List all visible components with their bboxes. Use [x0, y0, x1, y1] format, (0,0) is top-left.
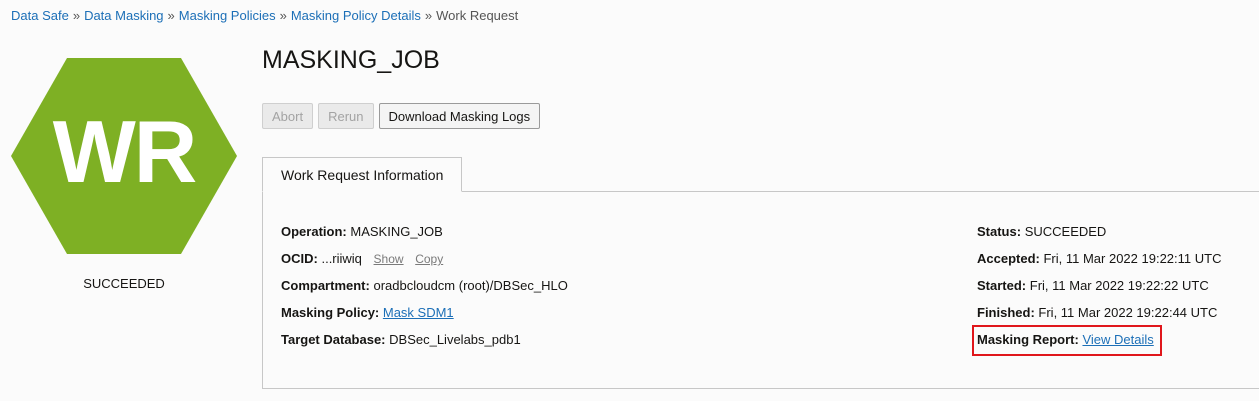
finished-value: Fri, 11 Mar 2022 19:22:44 UTC	[1038, 305, 1218, 320]
masking-policy-row: Masking Policy: Mask SDM1	[281, 305, 568, 332]
rerun-button[interactable]: Rerun	[318, 103, 374, 129]
view-details-link[interactable]: View Details	[1082, 332, 1153, 347]
page-title: MASKING_JOB	[262, 46, 440, 74]
info-right-column: Status: SUCCEEDED Accepted: Fri, 11 Mar …	[977, 224, 1221, 359]
started-row: Started: Fri, 11 Mar 2022 19:22:22 UTC	[977, 278, 1221, 305]
download-masking-logs-button[interactable]: Download Masking Logs	[378, 103, 541, 129]
compartment-value: oradbcloudcm (root)/DBSec_HLO	[373, 278, 568, 293]
info-left-column: Operation: MASKING_JOB OCID: ...riiwiq S…	[281, 224, 568, 359]
compartment-row: Compartment: oradbcloudcm (root)/DBSec_H…	[281, 278, 568, 305]
status-row: Status: SUCCEEDED	[977, 224, 1221, 251]
ocid-row: OCID: ...riiwiq Show Copy	[281, 251, 568, 278]
finished-row: Finished: Fri, 11 Mar 2022 19:22:44 UTC	[977, 305, 1221, 332]
breadcrumb-link-data-masking[interactable]: Data Masking	[84, 8, 163, 23]
tab-work-request-information[interactable]: Work Request Information	[262, 157, 463, 192]
operation-row: Operation: MASKING_JOB	[281, 224, 568, 251]
started-label: Started:	[977, 278, 1027, 293]
masking-report-label: Masking Report:	[977, 332, 1079, 347]
breadcrumb-link-data-safe[interactable]: Data Safe	[11, 8, 69, 23]
masking-report-row: Masking Report: View Details	[977, 332, 1221, 359]
status-value: SUCCEEDED	[1024, 224, 1107, 239]
ocid-copy-link[interactable]: Copy	[415, 252, 443, 266]
finished-label: Finished:	[977, 305, 1035, 320]
accepted-row: Accepted: Fri, 11 Mar 2022 19:22:11 UTC	[977, 251, 1221, 278]
abort-button[interactable]: Abort	[262, 103, 314, 129]
masking-policy-link[interactable]: Mask SDM1	[383, 305, 454, 320]
breadcrumb-link-masking-policies[interactable]: Masking Policies	[179, 8, 276, 23]
work-request-hexagon-icon: WR	[11, 58, 237, 254]
operation-label: Operation:	[281, 224, 347, 239]
masking-policy-label: Masking Policy:	[281, 305, 380, 320]
status-label: Status:	[977, 224, 1022, 239]
target-database-row: Target Database: DBSec_Livelabs_pdb1	[281, 332, 568, 359]
breadcrumb-separator: »	[424, 8, 433, 23]
breadcrumb: Data Safe» Data Masking» Masking Policies»…	[11, 8, 518, 23]
breadcrumb-link-masking-policy-details[interactable]: Masking Policy Details	[291, 8, 421, 23]
operation-value: MASKING_JOB	[350, 224, 443, 239]
action-bar: Abort Rerun Download Masking Logs	[262, 103, 541, 129]
ocid-label: OCID:	[281, 251, 318, 266]
ocid-show-link[interactable]: Show	[374, 252, 404, 266]
target-database-value: DBSec_Livelabs_pdb1	[389, 332, 521, 347]
breadcrumb-current: Work Request	[436, 8, 519, 23]
started-value: Fri, 11 Mar 2022 19:22:22 UTC	[1029, 278, 1209, 293]
accepted-label: Accepted:	[977, 251, 1040, 266]
breadcrumb-separator: »	[72, 8, 81, 23]
hexagon-status-text: SUCCEEDED	[83, 276, 165, 291]
breadcrumb-separator: »	[167, 8, 175, 23]
hexagon-initials: WR	[52, 102, 198, 201]
breadcrumb-separator: »	[279, 8, 287, 23]
compartment-label: Compartment:	[281, 278, 370, 293]
ocid-value: ...riiwiq	[321, 251, 362, 266]
accepted-value: Fri, 11 Mar 2022 19:22:11 UTC	[1043, 251, 1222, 266]
target-database-label: Target Database:	[281, 332, 386, 347]
